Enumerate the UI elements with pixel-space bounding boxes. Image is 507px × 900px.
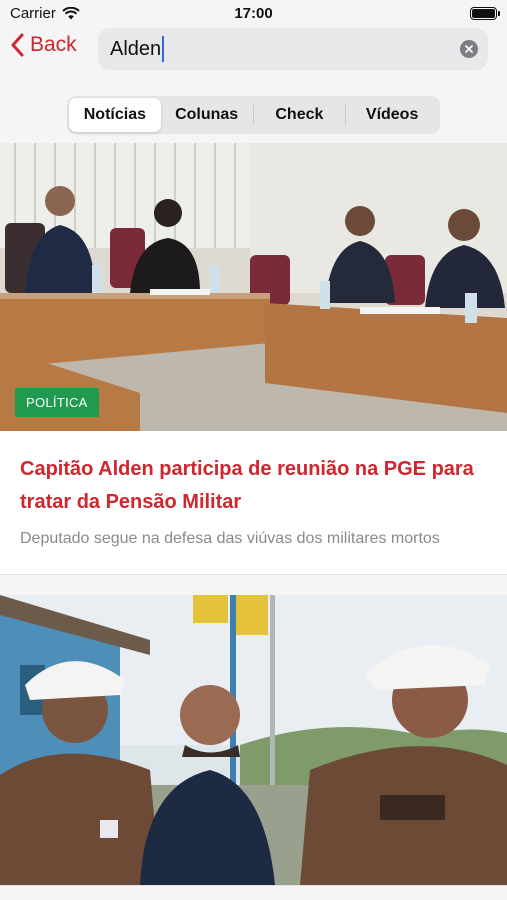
news-photo: POLÍTICA bbox=[0, 143, 507, 431]
text-cursor bbox=[162, 36, 165, 62]
category-badge: POLÍTICA bbox=[15, 388, 99, 417]
back-label: Back bbox=[30, 33, 77, 56]
tab-colunas[interactable]: Colunas bbox=[161, 98, 253, 132]
news-photo bbox=[0, 595, 507, 885]
news-card[interactable] bbox=[0, 595, 507, 886]
clear-search-button[interactable] bbox=[460, 40, 478, 58]
news-card[interactable]: POLÍTICA Capitão Alden participa de reun… bbox=[0, 143, 507, 575]
news-card-body: Capitão Alden participa de reunião na PG… bbox=[0, 431, 507, 574]
battery-icon bbox=[470, 7, 500, 20]
close-icon bbox=[465, 45, 473, 53]
section-tabs: Notícias Colunas Check Vídeos bbox=[67, 96, 440, 134]
back-button[interactable]: Back bbox=[10, 33, 77, 57]
status-bar: Carrier 17:00 bbox=[0, 0, 507, 26]
tab-videos[interactable]: Vídeos bbox=[346, 98, 438, 132]
card-separator bbox=[0, 575, 507, 595]
outdoor-photo bbox=[0, 595, 507, 885]
search-input[interactable]: Alden bbox=[98, 28, 488, 70]
news-title[interactable]: Capitão Alden participa de reunião na PG… bbox=[20, 453, 487, 519]
tab-check[interactable]: Check bbox=[254, 98, 346, 132]
navigation-bar: Back Alden bbox=[0, 26, 507, 74]
tab-noticias[interactable]: Notícias bbox=[69, 98, 161, 132]
news-subtitle: Deputado segue na defesa das viúvas dos … bbox=[20, 530, 440, 547]
status-time: 17:00 bbox=[234, 5, 273, 22]
news-feed[interactable]: POLÍTICA Capitão Alden participa de reun… bbox=[0, 143, 507, 900]
chevron-left-icon bbox=[11, 33, 24, 57]
search-value: Alden bbox=[110, 37, 162, 60]
